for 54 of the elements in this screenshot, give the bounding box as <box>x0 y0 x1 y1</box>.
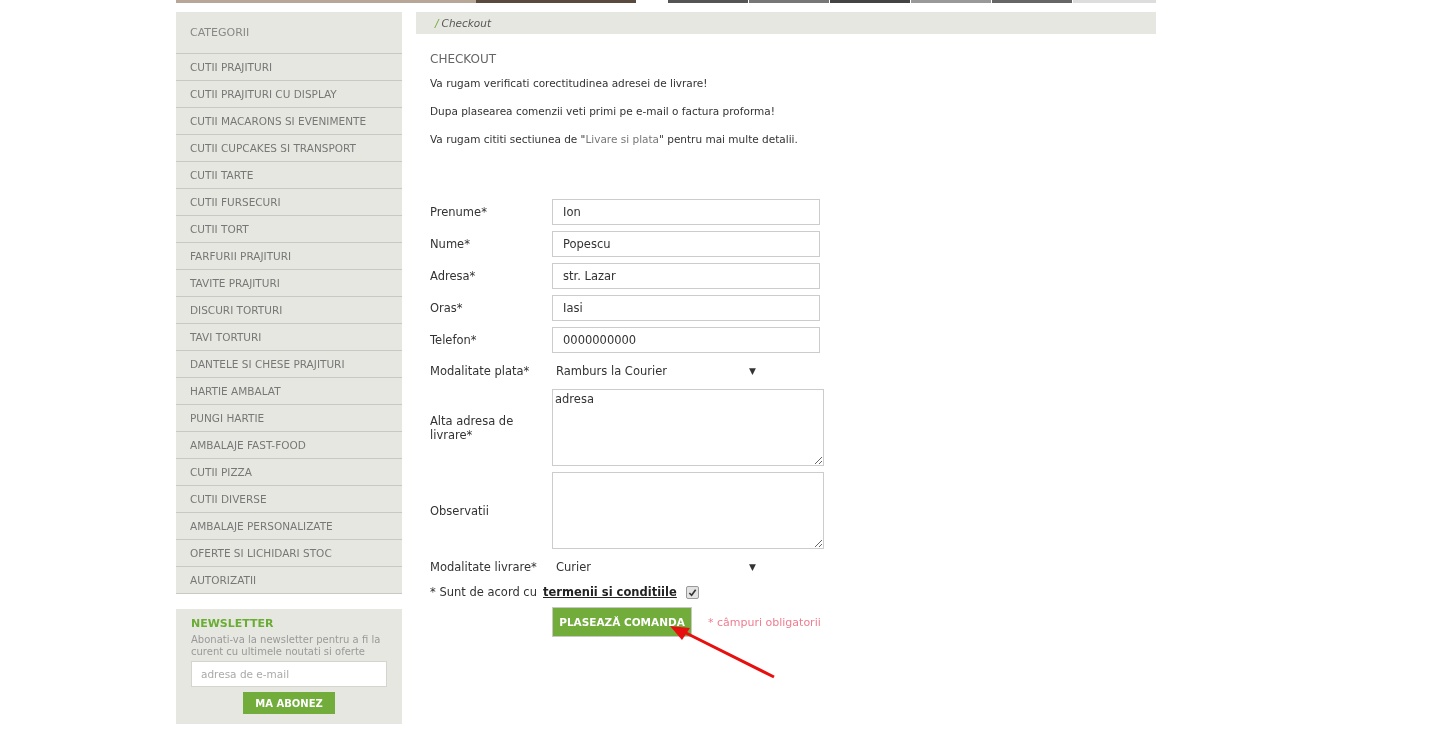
field-label: Modalitate livrare* <box>430 560 538 574</box>
category-link[interactable]: TAVI TORTURI <box>176 324 402 351</box>
input-field[interactable]: Popescu <box>552 231 820 257</box>
page-title: CHECKOUT <box>430 52 498 66</box>
category-link[interactable]: PUNGI HARTIE <box>176 405 402 432</box>
input-field[interactable]: Iasi <box>552 295 820 321</box>
category-link[interactable]: CUTII MACARONS SI EVENIMENTE <box>176 108 402 135</box>
category-link[interactable]: CUTII PIZZA <box>176 459 402 486</box>
breadcrumb-separator: / <box>435 17 439 29</box>
dropdown[interactable]: Curier ▼ <box>552 555 756 579</box>
field-label: Modalitate plata* <box>430 364 531 378</box>
sidebar-title: CATEGORII <box>176 12 402 54</box>
category-link[interactable]: OFERTE SI LICHIDARI STOC <box>176 540 402 567</box>
field-label: Prenume* <box>430 205 488 219</box>
newsletter-text: Abonati-va la newsletter pentru a fi la curent cu ultimele noutati si oferte <box>191 634 382 658</box>
info-text: Dupa plasearea comenzii veti primi pe e-mail o factura proforma! <box>430 104 776 119</box>
terms-link[interactable]: termenii si conditiile <box>543 585 677 599</box>
dropdown[interactable]: Ramburs la Courier ▼ <box>552 359 756 383</box>
breadcrumb-current: Checkout <box>441 17 492 29</box>
category-link[interactable]: TAVITE PRAJITURI <box>176 270 402 297</box>
subscribe-button[interactable]: MA ABONEZ <box>243 692 335 714</box>
info-text: Va rugam cititi sectiunea de "Livare si plata" pentru mai multe detalii. <box>430 132 799 147</box>
category-link[interactable]: HARTIE AMBALAT <box>176 378 402 405</box>
field-label: Observatii <box>430 503 490 518</box>
category-link[interactable]: CUTII CUPCAKES SI TRANSPORT <box>176 135 402 162</box>
place-order-button[interactable]: PLASEAZĂ COMANDA <box>552 607 692 637</box>
category-link[interactable]: CUTII TORT <box>176 216 402 243</box>
category-link[interactable]: AMBALAJE FAST-FOOD <box>176 432 402 459</box>
input-field[interactable]: Ion <box>552 199 820 225</box>
field-label: Adresa* <box>430 269 477 283</box>
input-field[interactable]: 0000000000 <box>552 327 820 353</box>
field-label: Alta adresa de livrare* <box>430 413 515 442</box>
category-link[interactable]: CUTII FURSECURI <box>176 189 402 216</box>
category-link[interactable]: FARFURII PRAJITURI <box>176 243 402 270</box>
category-link[interactable]: CUTII TARTE <box>176 162 402 189</box>
category-link[interactable]: CUTII PRAJITURI CU DISPLAY <box>176 81 402 108</box>
field-label: Telefon* <box>430 333 478 347</box>
field-label: Oras* <box>430 301 464 315</box>
info-text: Va rugam verificati corectitudinea adresei de livrare! <box>430 76 709 91</box>
field-label: Nume* <box>430 237 471 251</box>
category-link[interactable]: CUTII PRAJITURI <box>176 54 402 81</box>
newsletter-title: NEWSLETTER <box>191 617 275 630</box>
checkbox[interactable] <box>685 585 699 599</box>
required-note: * câmpuri obligatorii <box>708 615 821 629</box>
input-field[interactable]: str. Lazar <box>552 263 820 289</box>
shipping-link[interactable]: Livare si plata <box>585 133 660 145</box>
email-field[interactable]: adresa de e-mail <box>191 661 387 687</box>
category-link[interactable]: DISCURI TORTURI <box>176 297 402 324</box>
category-link[interactable]: CUTII DIVERSE <box>176 486 402 513</box>
category-link[interactable]: AMBALAJE PERSONALIZATE <box>176 513 402 540</box>
category-link[interactable]: AUTORIZATII <box>176 567 402 594</box>
terms-text: * Sunt de acord cu <box>430 585 537 599</box>
text-area[interactable]: adresa <box>552 389 824 466</box>
category-link[interactable]: DANTELE SI CHESE PRAJITURI <box>176 351 402 378</box>
